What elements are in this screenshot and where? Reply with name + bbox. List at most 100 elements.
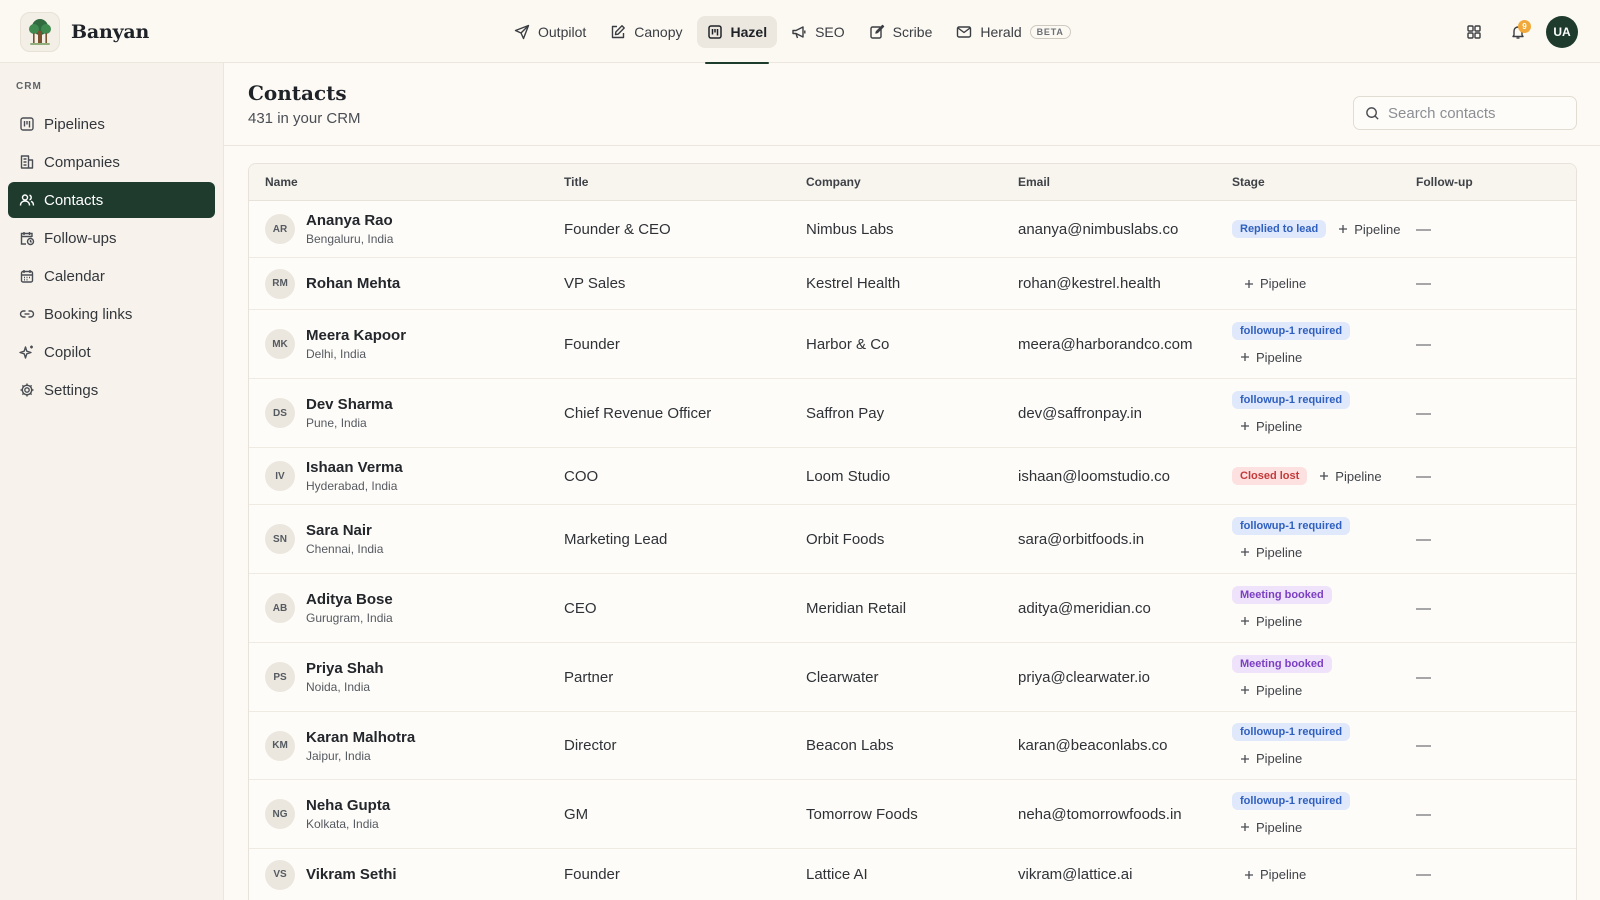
stage-badge[interactable]: followup-1 required: [1232, 321, 1351, 340]
sidebar-item-contacts[interactable]: Contacts: [8, 182, 215, 218]
tab-seo[interactable]: SEO: [781, 16, 855, 48]
table-row[interactable]: KM Karan Malhotra Jaipur, India Director…: [249, 712, 1576, 780]
user-avatar[interactable]: UA: [1546, 16, 1578, 48]
stage-badge[interactable]: Closed lost: [1232, 467, 1308, 485]
contact-name-block: Rohan Mehta: [306, 275, 400, 292]
sidebar-item-follow-ups[interactable]: Follow-ups: [8, 220, 215, 256]
stage-badge[interactable]: followup-1 required: [1232, 791, 1351, 810]
tab-label: Hazel: [730, 24, 768, 40]
sidebar-item-calendar[interactable]: Calendar: [8, 258, 215, 294]
table-row[interactable]: IV Ishaan Verma Hyderabad, India COO Loo…: [249, 448, 1576, 505]
stage-badge[interactable]: Meeting booked: [1232, 585, 1332, 604]
title-cell: Chief Revenue Officer: [564, 404, 712, 422]
column-header-follow-up[interactable]: Follow-up: [1416, 175, 1473, 189]
pipeline-label: Pipeline: [1256, 682, 1303, 698]
contact-name[interactable]: Dev Sharma: [306, 396, 393, 413]
contact-name[interactable]: Vikram Sethi: [306, 866, 397, 883]
tab-scribe[interactable]: Scribe: [859, 16, 943, 48]
column-header-name[interactable]: Name: [265, 175, 298, 189]
tab-canopy[interactable]: Canopy: [600, 16, 692, 48]
brand[interactable]: Banyan: [20, 12, 149, 52]
table-row[interactable]: MK Meera Kapoor Delhi, India Founder Har…: [249, 310, 1576, 379]
sidebar-item-companies[interactable]: Companies: [8, 144, 215, 180]
table-row[interactable]: AB Aditya Bose Gurugram, India CEO Merid…: [249, 574, 1576, 643]
title-cell: GM: [564, 805, 589, 823]
top-bar: Banyan Outpilot Canopy Hazel SEO Scribe …: [0, 0, 1600, 64]
tab-hazel[interactable]: Hazel: [696, 16, 778, 64]
calendar-clock-icon: [19, 230, 44, 246]
product-nav: Outpilot Canopy Hazel SEO Scribe Herald …: [504, 16, 1085, 64]
add-to-pipeline-button[interactable]: Pipeline: [1232, 543, 1310, 562]
main-content: Contacts 431 in your CRM Name Title Comp…: [224, 63, 1600, 900]
stage-badge[interactable]: Replied to lead: [1232, 220, 1327, 238]
sidebar-item-pipelines[interactable]: Pipelines: [8, 106, 215, 142]
company-cell: Meridian Retail: [806, 599, 907, 617]
notifications-button[interactable]: 9: [1502, 16, 1534, 48]
name-cell: AR Ananya Rao Bengaluru, India: [265, 201, 393, 257]
search-input[interactable]: [1388, 104, 1568, 122]
contact-name[interactable]: Neha Gupta: [306, 797, 390, 814]
search-icon: [1365, 106, 1388, 121]
name-cell: SN Sara Nair Chennai, India: [265, 505, 383, 573]
sidebar-item-settings[interactable]: Settings: [8, 372, 215, 408]
follow-up-cell: —: [1416, 404, 1431, 422]
column-header-company[interactable]: Company: [806, 175, 861, 189]
table-row[interactable]: VS Vikram Sethi Founder Lattice AI vikra…: [249, 849, 1576, 900]
contact-name[interactable]: Aditya Bose: [306, 591, 393, 608]
column-header-stage[interactable]: Stage: [1232, 175, 1265, 189]
add-to-pipeline-button[interactable]: Pipeline: [1232, 612, 1310, 631]
add-to-pipeline-button[interactable]: Pipeline: [1236, 274, 1314, 293]
table-row[interactable]: SN Sara Nair Chennai, India Marketing Le…: [249, 505, 1576, 574]
avatar: IV: [265, 461, 295, 491]
table-row[interactable]: RM Rohan Mehta VP Sales Kestrel Health r…: [249, 258, 1576, 310]
table-row[interactable]: AR Ananya Rao Bengaluru, India Founder &…: [249, 201, 1576, 258]
stage-badge[interactable]: followup-1 required: [1232, 390, 1351, 409]
add-to-pipeline-button[interactable]: Pipeline: [1232, 417, 1310, 436]
contact-name[interactable]: Karan Malhotra: [306, 729, 415, 746]
add-to-pipeline-button[interactable]: Pipeline: [1236, 865, 1314, 884]
apps-grid-button[interactable]: [1458, 16, 1490, 48]
add-to-pipeline-button[interactable]: Pipeline: [1311, 467, 1389, 486]
contact-name[interactable]: Rohan Mehta: [306, 275, 400, 292]
follow-up-cell: —: [1416, 275, 1431, 292]
contact-name[interactable]: Ananya Rao: [306, 212, 393, 229]
tab-label: Scribe: [892, 24, 933, 40]
contact-name-block: Neha Gupta Kolkata, India: [306, 797, 390, 831]
column-header-title[interactable]: Title: [564, 175, 588, 189]
email-cell: vikram@lattice.ai: [1018, 866, 1133, 883]
add-to-pipeline-button[interactable]: Pipeline: [1232, 348, 1310, 367]
name-cell: AB Aditya Bose Gurugram, India: [265, 574, 393, 642]
sidebar-item-label: Booking links: [44, 305, 133, 323]
stage-badge[interactable]: followup-1 required: [1232, 516, 1351, 535]
stage-badge[interactable]: followup-1 required: [1232, 723, 1351, 741]
add-to-pipeline-button[interactable]: Pipeline: [1232, 818, 1310, 837]
contact-name[interactable]: Meera Kapoor: [306, 327, 406, 344]
table-row[interactable]: PS Priya Shah Noida, India Partner Clear…: [249, 643, 1576, 712]
link-icon: [19, 306, 44, 322]
column-header-email[interactable]: Email: [1018, 175, 1050, 189]
company-cell: Nimbus Labs: [806, 220, 894, 238]
contact-name[interactable]: Ishaan Verma: [306, 459, 403, 476]
sidebar-item-booking-links[interactable]: Booking links: [8, 296, 215, 332]
contact-name[interactable]: Priya Shah: [306, 660, 384, 677]
megaphone-icon: [791, 24, 815, 40]
stage-group: followup-1 required Pipeline: [1232, 516, 1351, 562]
tab-outpilot[interactable]: Outpilot: [504, 16, 596, 48]
add-to-pipeline-button[interactable]: Pipeline: [1232, 749, 1310, 768]
table-row[interactable]: NG Neha Gupta Kolkata, India GM Tomorrow…: [249, 780, 1576, 849]
tab-herald[interactable]: Herald BETA: [946, 16, 1080, 48]
sidebar-item-copilot[interactable]: Copilot: [8, 334, 215, 370]
name-cell: PS Priya Shah Noida, India: [265, 643, 384, 711]
notification-count: 9: [1518, 20, 1531, 33]
contact-name[interactable]: Sara Nair: [306, 522, 383, 539]
add-to-pipeline-button[interactable]: Pipeline: [1232, 681, 1310, 700]
contact-location: Gurugram, India: [306, 611, 393, 625]
sidebar: CRM Pipelines Companies Contacts Follow-…: [0, 63, 224, 900]
table-row[interactable]: DS Dev Sharma Pune, India Chief Revenue …: [249, 379, 1576, 448]
stage-group: Pipeline: [1232, 274, 1314, 293]
stage-badge[interactable]: Meeting booked: [1232, 654, 1332, 673]
company-cell: Beacon Labs: [806, 737, 894, 754]
name-cell: MK Meera Kapoor Delhi, India: [265, 310, 406, 378]
search-box[interactable]: [1353, 96, 1577, 130]
add-to-pipeline-button[interactable]: Pipeline: [1330, 220, 1408, 239]
